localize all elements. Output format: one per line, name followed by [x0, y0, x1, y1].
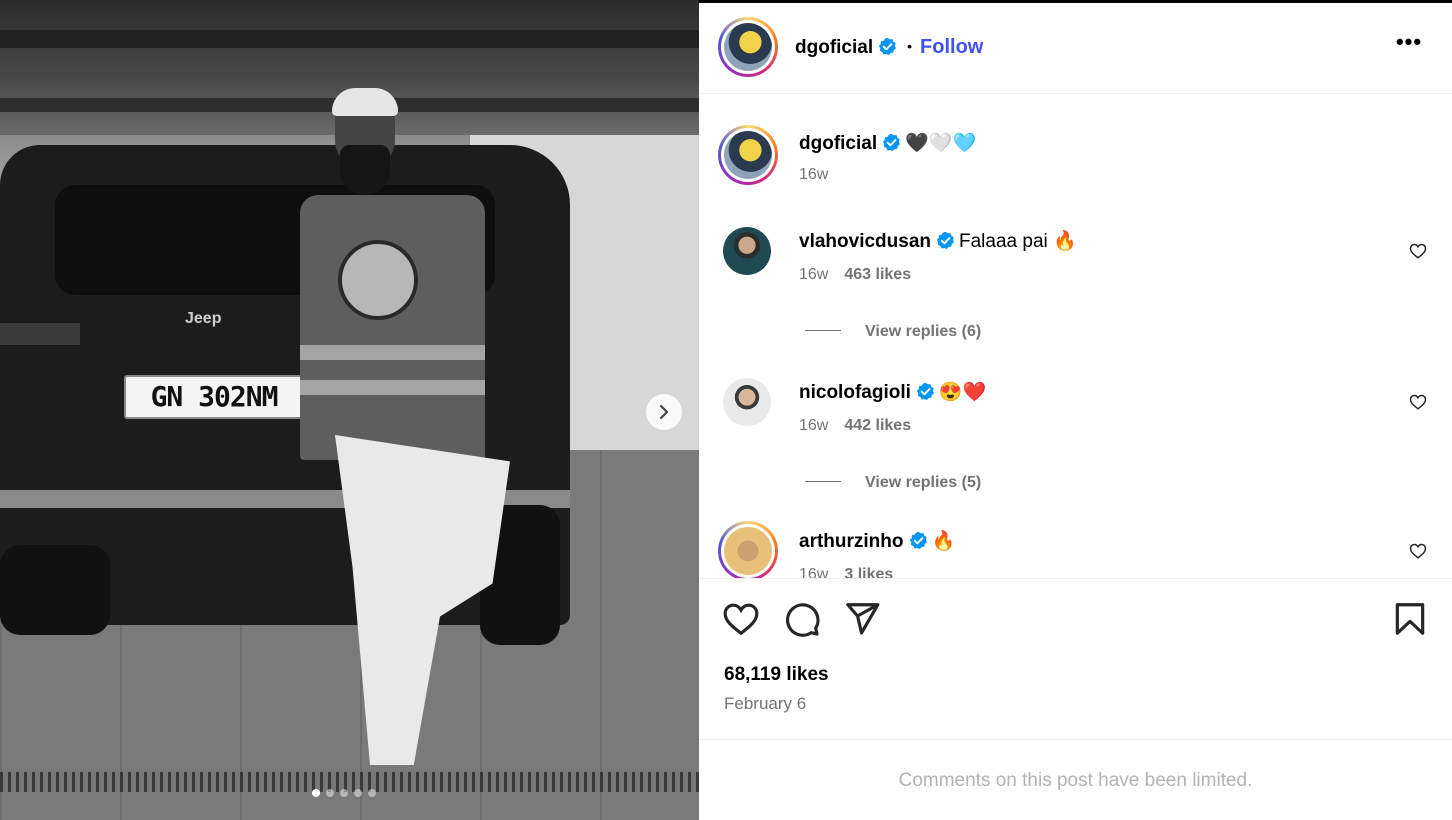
comment-time[interactable]: 16w — [799, 566, 828, 578]
view-replies-button[interactable]: View replies (5) — [805, 474, 981, 492]
verified-badge-icon — [882, 133, 901, 152]
person — [300, 88, 520, 770]
comments-limited-notice: Comments on this post have been limited. — [898, 770, 1253, 791]
car-taillight — [0, 323, 80, 345]
comment-likes[interactable]: 442 likes — [844, 417, 911, 434]
commenter-avatar[interactable] — [723, 227, 771, 275]
comment-username[interactable]: nicolofagioli — [799, 382, 911, 403]
comment-likes[interactable]: 3 likes — [844, 566, 893, 578]
verified-badge-icon — [936, 231, 954, 250]
verified-badge-icon — [909, 531, 927, 550]
post-date[interactable]: February 6 — [724, 694, 806, 714]
carousel-dot — [340, 789, 348, 797]
comment-text: 🔥 — [931, 531, 956, 552]
caption-text: 🖤🤍🩵 — [905, 133, 977, 154]
post-header: dgoficial • Follow ••• — [699, 3, 1452, 94]
carousel-dot — [326, 789, 334, 797]
verified-badge-icon — [878, 37, 897, 56]
comment-like-heart-icon[interactable] — [1409, 542, 1427, 560]
comment-text: 😍❤️ — [938, 382, 987, 403]
next-image-button[interactable] — [646, 394, 682, 430]
post-image[interactable]: Jeep GN 302NM — [0, 0, 699, 820]
person-jersey — [300, 195, 485, 460]
comment-time[interactable]: 16w — [799, 417, 828, 434]
person-hair — [332, 88, 398, 116]
view-replies-button[interactable]: View replies (6) — [805, 323, 981, 341]
caption-username[interactable]: dgoficial — [799, 133, 877, 154]
carousel-dots — [312, 789, 376, 799]
canopy-beam — [0, 30, 699, 48]
commenter-avatar[interactable] — [718, 521, 778, 578]
replies-dash — [805, 330, 841, 331]
car-brand-badge: Jeep — [185, 310, 222, 327]
comment-time[interactable]: 16w — [799, 266, 828, 283]
avatar-image — [724, 23, 772, 71]
bookmark-icon[interactable] — [1391, 600, 1429, 638]
author-avatar[interactable] — [718, 17, 778, 77]
likes-count[interactable]: 68,119 likes — [724, 664, 829, 686]
chevron-right-icon — [659, 404, 669, 420]
carousel-dot-active — [312, 789, 320, 797]
replies-dash — [805, 481, 841, 482]
carousel-dot — [354, 789, 362, 797]
verified-badge-icon — [916, 382, 934, 401]
caption-time[interactable]: 16w — [799, 166, 828, 183]
carousel-dot — [368, 789, 376, 797]
comment-like-heart-icon[interactable] — [1409, 393, 1427, 411]
comments-list[interactable]: dgoficial 🖤🤍🩵 16w vlahovicdusan Falaaa pai… — [699, 95, 1452, 578]
comment-text: Falaaa pai 🔥 — [959, 231, 1077, 252]
comment-icon[interactable] — [783, 600, 821, 638]
header-separator: • — [907, 38, 913, 54]
post-side-panel: dgoficial • Follow ••• dgoficial 🖤🤍🩵 16w — [699, 3, 1452, 820]
avatar-image — [724, 131, 772, 179]
comment-likes[interactable]: 463 likes — [844, 266, 911, 283]
follow-button[interactable]: Follow — [920, 36, 983, 58]
comment-username[interactable]: arthurzinho — [799, 531, 904, 552]
caption-author-avatar[interactable] — [718, 125, 778, 185]
comment-username[interactable]: vlahovicdusan — [799, 231, 931, 252]
post-actions: 68,119 likes February 6 — [699, 578, 1452, 740]
license-plate: GN 302NM — [124, 375, 304, 419]
more-options-icon[interactable]: ••• — [1395, 31, 1423, 59]
share-icon[interactable] — [843, 600, 881, 638]
jersey-logo — [338, 240, 418, 320]
author-username[interactable]: dgoficial — [795, 37, 873, 58]
person-pants — [335, 435, 510, 765]
car-wheel — [0, 545, 110, 635]
author-info: dgoficial • Follow — [795, 36, 983, 59]
person-beard — [340, 145, 390, 195]
avatar-image — [724, 527, 772, 575]
heart-icon[interactable] — [722, 600, 760, 638]
commenter-avatar[interactable] — [723, 378, 771, 426]
comment-like-heart-icon[interactable] — [1409, 242, 1427, 260]
